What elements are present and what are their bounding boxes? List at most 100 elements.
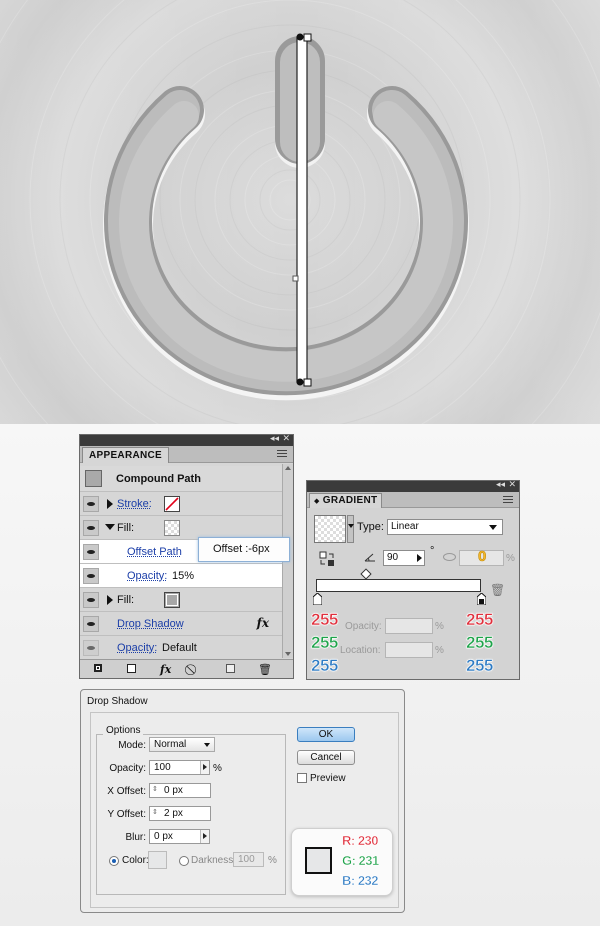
left-stop-r: 255 (311, 610, 339, 630)
darkness-radio[interactable] (179, 856, 189, 866)
offset-path-link[interactable]: Offset Path (127, 546, 182, 558)
type-select[interactable]: Linear (387, 519, 503, 535)
scroll-down-icon[interactable] (285, 652, 291, 656)
gradient-preview-swatch[interactable] (314, 515, 346, 543)
close-icon[interactable]: ✕ (282, 434, 290, 444)
angle-field[interactable]: 90 (383, 550, 425, 566)
color-r-value: R: 230 (342, 833, 379, 849)
visibility-eye-icon[interactable] (83, 592, 99, 608)
panel-titlebar[interactable]: ◂◂ ✕ (307, 480, 519, 492)
visibility-eye-icon[interactable] (83, 544, 99, 560)
color-radio[interactable] (109, 856, 119, 866)
collapse-icon[interactable]: ◂◂ (270, 434, 279, 444)
stop-location-percent: % (435, 645, 444, 656)
left-color-stop[interactable] (312, 592, 323, 606)
artboard-canvas[interactable] (0, 0, 600, 424)
left-stop-b: 255 (311, 656, 339, 676)
drop-shadow-dialog: Drop Shadow Options Mode: Normal Opacity… (80, 689, 405, 913)
power-button-artwork (0, 0, 600, 424)
stop-location-field (385, 642, 433, 658)
stepper-arrows-icon[interactable]: ⇕ (152, 785, 158, 793)
fill2-swatch[interactable] (164, 592, 180, 608)
scroll-up-icon[interactable] (285, 466, 291, 470)
duplicate-item-icon[interactable] (226, 664, 235, 673)
drop-shadow-link[interactable]: Drop Shadow (117, 618, 184, 630)
gradient-tab-label: GRADIENT (322, 495, 378, 506)
stop-opacity-field (385, 618, 433, 634)
appearance-tabbar: APPEARANCE (80, 446, 293, 463)
add-stroke-icon[interactable] (94, 664, 102, 672)
cancel-button[interactable]: Cancel (297, 750, 355, 765)
compound-path-row[interactable]: Compound Path (80, 466, 291, 492)
shadow-color-swatch[interactable] (148, 851, 167, 869)
darkness-label: Darkness: (191, 855, 237, 866)
delete-item-icon[interactable]: 🗑 (258, 663, 272, 676)
darkness-percent: % (268, 855, 277, 866)
collapse-icon[interactable]: ◂◂ (496, 480, 505, 490)
y-offset-label: Y Offset: (107, 809, 146, 820)
preview-label: Preview (310, 773, 346, 784)
color-preview-swatch (305, 847, 332, 874)
path-thumbnail (85, 470, 102, 487)
aspect-percent: % (506, 553, 515, 564)
opacity-stepper[interactable] (200, 761, 209, 774)
mode-select[interactable]: Normal (149, 737, 215, 752)
fill2-label: Fill: (117, 594, 135, 606)
gradient-tab[interactable]: ◆ GRADIENT (309, 493, 383, 508)
stop-location-label: Location: (340, 645, 381, 656)
stroke-row[interactable]: Stroke: (80, 492, 291, 516)
reverse-gradient-icon[interactable] (319, 551, 335, 567)
opacity2-link[interactable]: Opacity: (117, 642, 157, 654)
visibility-eye-icon[interactable] (83, 640, 99, 656)
chevron-down-icon (204, 743, 210, 747)
aspect-ratio-field: 0 (459, 548, 504, 566)
stroke-link[interactable]: Stroke: (117, 498, 152, 510)
ok-button[interactable]: OK (297, 727, 355, 742)
appearance-tab[interactable]: APPEARANCE (82, 447, 170, 463)
visibility-eye-icon[interactable] (83, 496, 99, 512)
color-g-value: G: 231 (342, 853, 380, 869)
fill-opacity-row[interactable]: Opacity: 15% (80, 564, 291, 588)
midpoint-diamond-icon[interactable] (360, 568, 372, 580)
delete-stop-icon[interactable]: 🗑 (490, 583, 505, 597)
visibility-eye-icon[interactable] (83, 568, 99, 584)
blur-stepper[interactable] (200, 830, 209, 843)
add-fill-icon[interactable] (127, 664, 136, 673)
panel-menu-icon[interactable] (277, 450, 287, 458)
fill-gradient-swatch[interactable] (164, 520, 180, 536)
fx-icon[interactable]: fx (257, 616, 269, 630)
expand-triangle-icon[interactable] (107, 499, 113, 509)
panel-menu-icon[interactable] (503, 496, 513, 504)
panel-titlebar[interactable]: ◂◂ ✕ (80, 434, 293, 446)
stop-opacity-label: Opacity: (345, 621, 382, 632)
fill2-row[interactable]: Fill: (80, 588, 291, 612)
close-icon[interactable]: ✕ (508, 480, 516, 490)
opacity-field[interactable]: 100 (149, 760, 210, 775)
object-opacity-row[interactable]: Opacity: Default (80, 636, 291, 660)
stroke-none-swatch[interactable] (164, 496, 180, 512)
gradient-preset-dropdown[interactable] (347, 515, 354, 543)
x-offset-field[interactable]: ⇕ 0 px (149, 783, 211, 798)
expand-triangle-icon[interactable] (107, 595, 113, 605)
left-stop-g: 255 (311, 633, 339, 653)
visibility-eye-icon[interactable] (83, 616, 99, 632)
stepper-arrows-icon[interactable]: ⇕ (152, 808, 158, 816)
visibility-eye-icon[interactable] (83, 520, 99, 536)
y-offset-field[interactable]: ⇕ 2 px (149, 806, 211, 821)
add-effect-icon[interactable]: fx (160, 663, 171, 676)
x-offset-label: X Offset: (107, 786, 146, 797)
x-offset-value: 0 px (164, 785, 183, 796)
mode-label: Mode: (118, 740, 146, 751)
gradient-slider[interactable] (316, 579, 481, 592)
right-stop-r: 255 (466, 610, 494, 630)
blur-field[interactable]: 0 px (149, 829, 210, 844)
preview-checkbox[interactable] (297, 773, 307, 783)
angle-icon (364, 552, 376, 565)
opacity-link[interactable]: Opacity: (127, 570, 167, 582)
chevron-right-icon[interactable] (417, 554, 422, 562)
drop-shadow-row[interactable]: Drop Shadow fx (80, 612, 291, 636)
collapse-triangle-icon[interactable] (105, 524, 115, 530)
appearance-bottombar: fx ⃠ 🗑 (80, 659, 293, 678)
right-color-stop[interactable] (476, 592, 487, 606)
darkness-field: 100 (233, 852, 264, 867)
